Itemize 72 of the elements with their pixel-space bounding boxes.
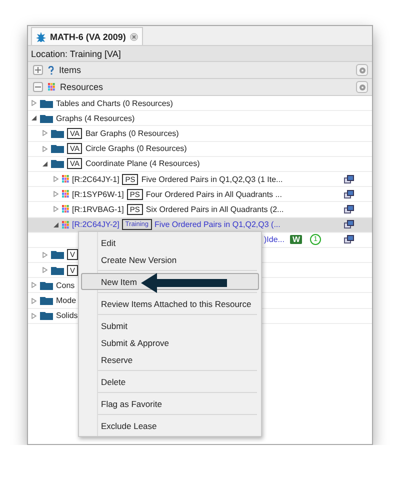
resource-title[interactable]: Five Ordered Pairs in Q1,Q2,Q3 (...	[154, 220, 280, 230]
folder-icon	[51, 128, 64, 138]
section-label[interactable]: Items	[59, 65, 82, 75]
folder-icon	[40, 114, 53, 123]
resource-title[interactable]: Four Ordered Pairs in All Quadrants ...	[146, 190, 282, 199]
expand-arrow-icon[interactable]	[53, 191, 59, 198]
gear-icon	[358, 84, 366, 90]
minus-icon	[35, 84, 41, 90]
expand-arrow-icon[interactable]	[31, 298, 37, 304]
folder-label[interactable]: Graphs (4 Resources)	[56, 114, 135, 123]
resource-id[interactable]: [R:1SYP6W-1]	[72, 190, 124, 199]
folder-icon	[51, 250, 64, 260]
grid-icon	[62, 205, 69, 214]
resource-id[interactable]: [R:1RVBAG-1]	[72, 204, 124, 214]
folder-label[interactable]: Cons	[56, 280, 75, 290]
folder-label[interactable]: Circle Graphs (0 Resources)	[85, 144, 187, 154]
folder-icon	[51, 159, 64, 168]
resource-title[interactable]: Six Ordered Pairs in All Quadrants (2...	[146, 204, 284, 214]
question-icon	[48, 66, 54, 74]
settings-button[interactable]	[356, 64, 368, 76]
expand-arrow-icon[interactable]	[42, 146, 48, 152]
folder-icon	[40, 98, 53, 108]
resource-id[interactable]: [R:2C64JY-1]	[72, 174, 120, 184]
star-icon	[36, 32, 46, 42]
expand-arrow-icon[interactable]	[42, 267, 48, 274]
expand-arrow-icon[interactable]	[53, 206, 59, 212]
folder-label[interactable]: Solids	[56, 311, 78, 320]
location-label: Location: Training [VA]	[28, 46, 372, 62]
expand-arrow-icon[interactable]	[42, 252, 48, 258]
menu-item[interactable]: Review Items Attached to this Resource	[79, 295, 261, 312]
grid-icon	[62, 220, 69, 229]
collapse-arrow-icon[interactable]	[31, 115, 37, 122]
plus-icon	[35, 67, 41, 73]
resource-title[interactable]: Five Ordered Pairs in Q1,Q2,Q3 (1 Ite...	[141, 174, 283, 184]
folder-icon	[40, 280, 53, 290]
expand-arrow-icon[interactable]	[53, 176, 59, 182]
document-tab[interactable]: MATH-6 (VA 2009)	[31, 27, 143, 45]
menu-item[interactable]: Reserve	[79, 351, 261, 368]
preview-icon[interactable]	[344, 235, 354, 244]
grid-icon	[62, 190, 69, 198]
status-badge: W	[290, 235, 302, 244]
menu-item[interactable]: Edit	[79, 234, 261, 251]
folder-icon	[51, 144, 64, 154]
collapse-arrow-icon[interactable]	[53, 222, 59, 228]
folder-icon	[40, 296, 53, 306]
folder-icon	[40, 311, 53, 320]
menu-item[interactable]: Create New Version	[79, 251, 261, 268]
menu-item[interactable]: Flag as Favorite	[79, 395, 261, 412]
close-icon[interactable]	[130, 32, 138, 40]
grid-icon	[48, 83, 55, 91]
menu-item[interactable]: Delete	[79, 373, 261, 390]
folder-label[interactable]: Mode	[56, 296, 76, 306]
menu-item[interactable]: Exclude Lease	[79, 417, 261, 434]
menu-item[interactable]: Submit & Approve	[79, 334, 261, 351]
menu-item[interactable]: Submit	[79, 317, 261, 334]
folder-icon	[51, 266, 64, 275]
collapse-button[interactable]	[33, 82, 43, 92]
resource-title[interactable]: )Ide...	[264, 235, 284, 244]
folder-label[interactable]: Coordinate Plane (4 Resources)	[85, 159, 200, 168]
collapse-arrow-icon[interactable]	[42, 160, 48, 167]
expand-arrow-icon[interactable]	[31, 312, 37, 319]
folder-label[interactable]: Tables and Charts (0 Resources)	[56, 98, 173, 108]
resource-id[interactable]: [R:2C64JY-2]	[72, 220, 120, 230]
expand-arrow-icon[interactable]	[31, 100, 37, 106]
expand-arrow-icon[interactable]	[31, 282, 37, 288]
section-label[interactable]: Resources	[60, 82, 104, 92]
settings-button[interactable]	[356, 81, 368, 93]
folder-label[interactable]: Bar Graphs (0 Resources)	[85, 128, 179, 138]
gear-icon	[358, 66, 366, 74]
expand-arrow-icon[interactable]	[42, 130, 48, 136]
expand-button[interactable]	[33, 65, 43, 75]
grid-icon	[62, 175, 69, 184]
